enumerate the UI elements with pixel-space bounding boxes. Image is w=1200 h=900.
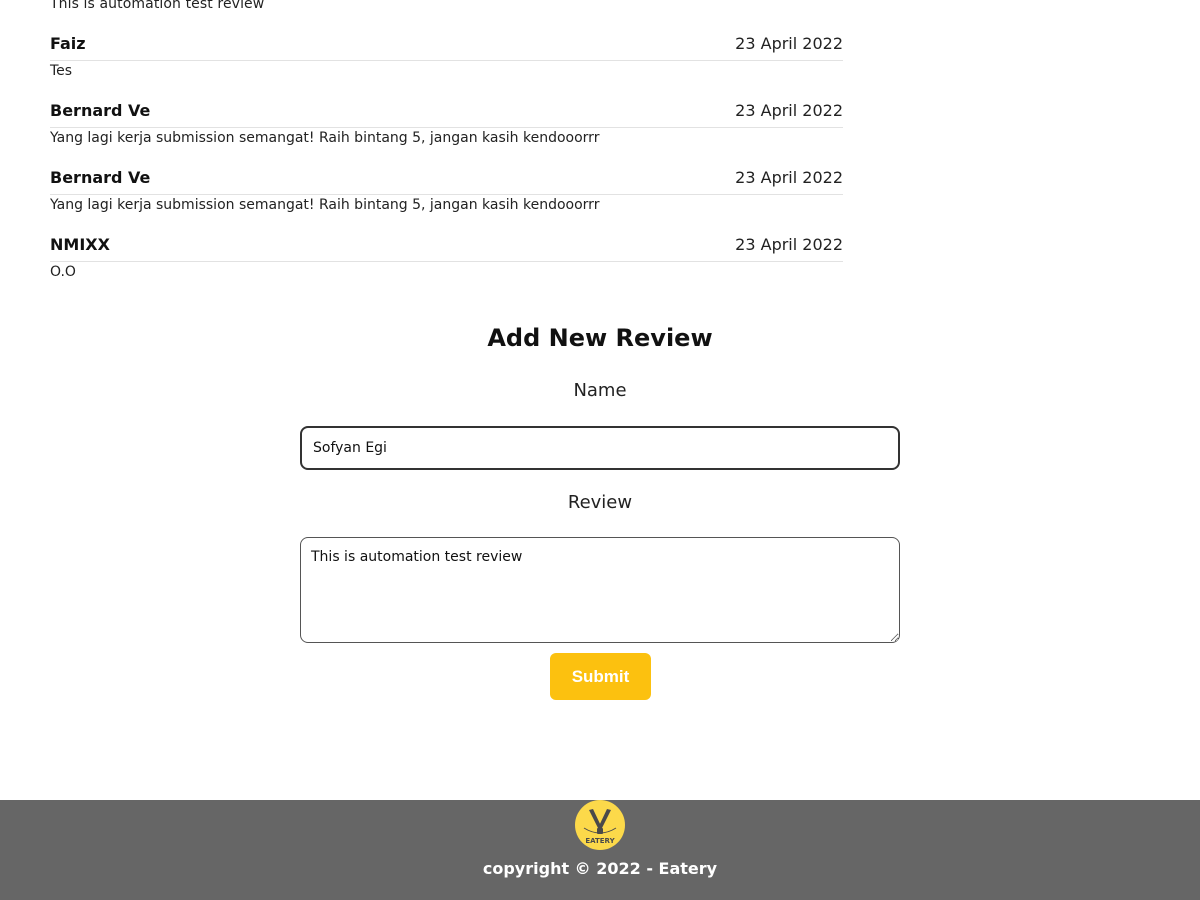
review-text: Tes <box>50 63 73 79</box>
reviewer-name: Faiz <box>50 34 86 53</box>
submit-button[interactable]: Submit <box>550 653 651 700</box>
review-header: Faiz 23 April 2022 <box>50 34 843 61</box>
footer: EATERY copyright © 2022 - Eatery <box>0 800 1200 900</box>
review-textarea[interactable]: This is automation test review <box>300 537 900 643</box>
review-item: Bernard Ve 23 April 2022 Yang lagi kerja… <box>50 168 843 213</box>
name-label: Name <box>573 380 627 401</box>
review-text: Yang lagi kerja submission semangat! Rai… <box>50 130 600 146</box>
restaurant-detail-page: This is automation test review Faiz 23 A… <box>0 0 1200 900</box>
form-title: Add New Review <box>487 324 713 352</box>
review-item: Faiz 23 April 2022 Tes <box>50 34 843 79</box>
svg-text:EATERY: EATERY <box>585 837 615 845</box>
review-text: Yang lagi kerja submission semangat! Rai… <box>50 197 600 213</box>
eatery-logo-icon: EATERY <box>575 800 625 850</box>
review-date: 23 April 2022 <box>735 101 843 120</box>
name-input[interactable] <box>300 426 900 470</box>
review-header: Bernard Ve 23 April 2022 <box>50 168 843 195</box>
review-text: O.O <box>50 264 76 280</box>
review-item: NMIXX 23 April 2022 O.O <box>50 235 843 280</box>
review-header: NMIXX 23 April 2022 <box>50 235 843 262</box>
review-date: 23 April 2022 <box>735 168 843 187</box>
review-date: 23 April 2022 <box>735 34 843 53</box>
review-item: Bernard Ve 23 April 2022 Yang lagi kerja… <box>50 101 843 146</box>
review-header: Bernard Ve 23 April 2022 <box>50 101 843 128</box>
review-label: Review <box>567 492 633 513</box>
review-date: 23 April 2022 <box>735 235 843 254</box>
reviewer-name: NMIXX <box>50 235 110 254</box>
review-text-partial: This is automation test review <box>50 0 265 12</box>
reviewer-name: Bernard Ve <box>50 101 151 120</box>
copyright-text: copyright © 2022 - Eatery <box>482 859 718 878</box>
reviewer-name: Bernard Ve <box>50 168 151 187</box>
